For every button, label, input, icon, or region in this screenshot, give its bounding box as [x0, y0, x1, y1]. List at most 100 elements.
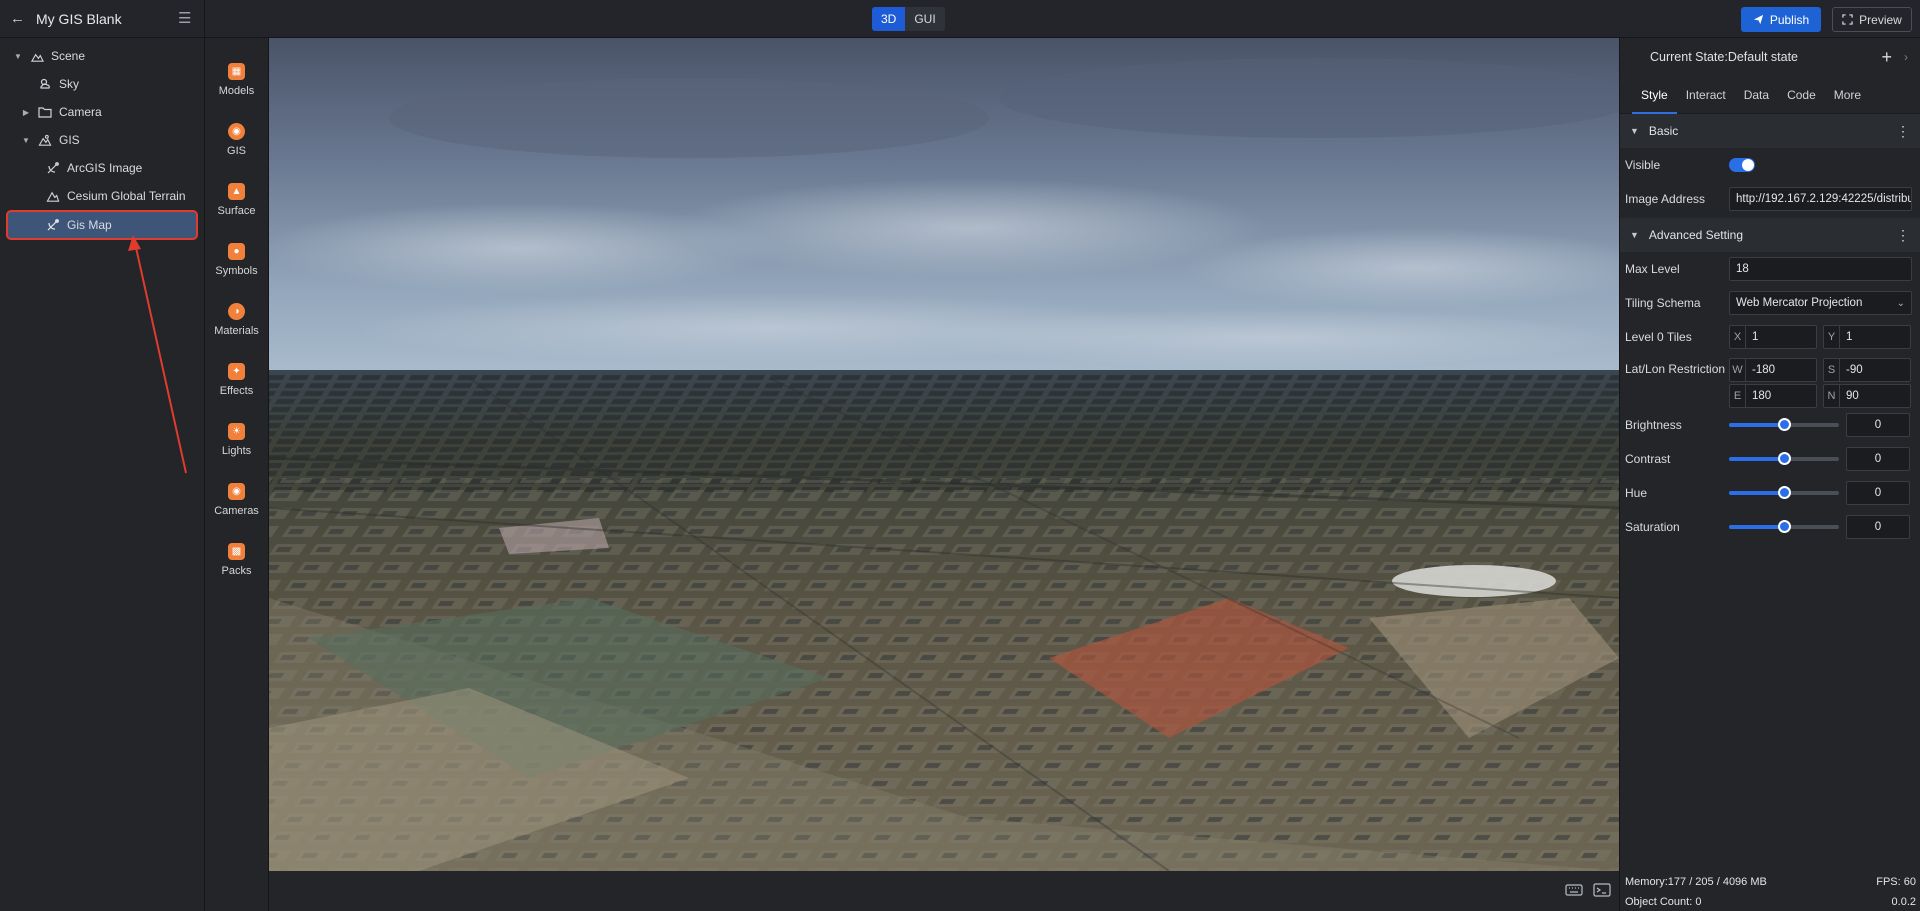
back-arrow-icon[interactable]: ←	[10, 11, 26, 27]
tool-models[interactable]: ▦ Models	[205, 50, 268, 110]
sky-icon	[38, 77, 52, 91]
more-options-icon[interactable]: ⋮	[1896, 227, 1910, 244]
tool-effects[interactable]: ✦ Effects	[205, 350, 268, 410]
slider-knob[interactable]	[1778, 520, 1791, 533]
section-title: Basic	[1648, 124, 1679, 138]
preview-button[interactable]: Preview	[1832, 7, 1912, 32]
mode-gui-tab[interactable]: GUI	[905, 7, 944, 31]
tab-more[interactable]: More	[1825, 76, 1870, 114]
y-value: 1	[1846, 331, 1853, 343]
tree-item-scene[interactable]: ▼ Scene	[0, 42, 204, 70]
slider-knob[interactable]	[1778, 418, 1791, 431]
object-count-readout: Object Count: 0	[1625, 896, 1702, 908]
aerial-city-scene	[269, 38, 1619, 871]
hamburger-menu-icon[interactable]: ☰	[178, 11, 194, 27]
w-value: -180	[1752, 364, 1776, 376]
slider-fill	[1729, 423, 1784, 427]
west-input[interactable]: W -180	[1729, 358, 1817, 382]
chevron-right-icon[interactable]: ›	[1904, 50, 1908, 64]
app-window: ← My GIS Blank ☰ 3D GUI Publish Preview …	[0, 0, 1920, 911]
level0-x-input[interactable]: X1	[1729, 325, 1817, 349]
tiling-schema-label: Tiling Schema	[1625, 296, 1701, 310]
section-title: Advanced Setting	[1648, 228, 1743, 242]
tiling-schema-select[interactable]: Web Mercator Projection ⌄	[1729, 291, 1912, 315]
caret-right-icon[interactable]: ▶	[20, 108, 32, 117]
tree-item-camera[interactable]: ▶ Camera	[0, 98, 204, 126]
row-contrast: Contrast 0	[1620, 442, 1920, 476]
keyboard-icon[interactable]	[1565, 883, 1583, 897]
w-key: W	[1730, 359, 1746, 381]
tool-label: Symbols	[215, 265, 258, 277]
max-level-input[interactable]: 18	[1729, 257, 1912, 281]
fps-readout: FPS: 60	[1876, 876, 1916, 888]
s-key: S	[1824, 359, 1840, 381]
effects-icon: ✦	[228, 363, 245, 380]
slider-knob[interactable]	[1778, 486, 1791, 499]
tree-item-label: Camera	[59, 105, 102, 119]
tab-interact[interactable]: Interact	[1677, 76, 1735, 114]
memory-readout: Memory:177 / 205 / 4096 MB	[1625, 876, 1767, 888]
publish-button[interactable]: Publish	[1741, 7, 1821, 32]
caret-down-icon[interactable]: ▼	[12, 52, 24, 61]
north-input[interactable]: N 90	[1823, 384, 1911, 408]
caret-down-icon[interactable]: ▼	[1630, 126, 1639, 136]
tab-style[interactable]: Style	[1632, 76, 1677, 114]
south-input[interactable]: S -90	[1823, 358, 1911, 382]
level0-y-input[interactable]: Y1	[1823, 325, 1911, 349]
contrast-label: Contrast	[1625, 452, 1671, 466]
tab-data[interactable]: Data	[1735, 76, 1778, 114]
tool-lights[interactable]: ☀ Lights	[205, 410, 268, 470]
brightness-label: Brightness	[1625, 418, 1682, 432]
tree-item-cesium-terrain[interactable]: Cesium Global Terrain	[0, 182, 204, 210]
tool-materials[interactable]: ◑ Materials	[205, 290, 268, 350]
terrain-icon	[46, 189, 60, 203]
globe-icon: ◉	[228, 123, 245, 140]
caret-down-icon[interactable]: ▼	[20, 136, 32, 145]
saturation-slider[interactable]	[1729, 520, 1839, 533]
tool-label: Materials	[214, 325, 259, 337]
tool-gis[interactable]: ◉ GIS	[205, 110, 268, 170]
tab-code[interactable]: Code	[1778, 76, 1825, 114]
caret-down-icon[interactable]: ▼	[1630, 230, 1639, 240]
saturation-input[interactable]: 0	[1846, 515, 1910, 539]
scene-icon	[30, 49, 44, 63]
brightness-slider[interactable]	[1729, 418, 1839, 431]
tool-packs[interactable]: ▩ Packs	[205, 530, 268, 590]
more-options-icon[interactable]: ⋮	[1896, 123, 1910, 140]
section-advanced[interactable]: ▼ Advanced Setting ⋮	[1620, 218, 1920, 252]
image-address-input[interactable]: http://192.167.2.129:42225/distribut	[1729, 187, 1912, 211]
row-level0-tiles: Level 0 Tiles X1 Y1	[1620, 320, 1920, 354]
section-basic[interactable]: ▼ Basic ⋮	[1620, 114, 1920, 148]
row-saturation: Saturation 0	[1620, 510, 1920, 544]
east-input[interactable]: E 180	[1729, 384, 1817, 408]
tree-item-gis[interactable]: ▼ GIS	[0, 126, 204, 154]
hue-input[interactable]: 0	[1846, 481, 1910, 505]
tool-label: Surface	[217, 205, 256, 217]
annotation-arrow	[128, 235, 187, 474]
brightness-input[interactable]: 0	[1846, 413, 1910, 437]
tree-item-label: ArcGIS Image	[67, 161, 143, 175]
tool-cameras[interactable]: ◉ Cameras	[205, 470, 268, 530]
hue-slider[interactable]	[1729, 486, 1839, 499]
tree-item-arcgis-image[interactable]: ArcGIS Image	[0, 154, 204, 182]
slider-fill	[1729, 525, 1784, 529]
mode-3d-tab[interactable]: 3D	[872, 7, 906, 31]
tree-item-sky[interactable]: Sky	[0, 70, 204, 98]
satellite-icon	[46, 218, 60, 232]
tool-surface[interactable]: ▲ Surface	[205, 170, 268, 230]
contrast-slider[interactable]	[1729, 452, 1839, 465]
tool-label: Cameras	[214, 505, 259, 517]
tool-symbols[interactable]: ● Symbols	[205, 230, 268, 290]
contrast-input[interactable]: 0	[1846, 447, 1910, 471]
tool-label: Effects	[219, 385, 254, 397]
slider-knob[interactable]	[1778, 452, 1791, 465]
visible-toggle[interactable]	[1729, 158, 1755, 172]
fullscreen-icon	[1842, 14, 1853, 25]
3d-viewport[interactable]	[269, 38, 1619, 871]
models-icon: ▦	[228, 63, 245, 80]
add-state-icon[interactable]: +	[1881, 47, 1892, 68]
terminal-icon[interactable]	[1593, 883, 1611, 897]
level0-tiles-label: Level 0 Tiles	[1625, 330, 1692, 344]
tree-item-label: Cesium Global Terrain	[67, 189, 186, 203]
x-value: 1	[1752, 331, 1759, 343]
